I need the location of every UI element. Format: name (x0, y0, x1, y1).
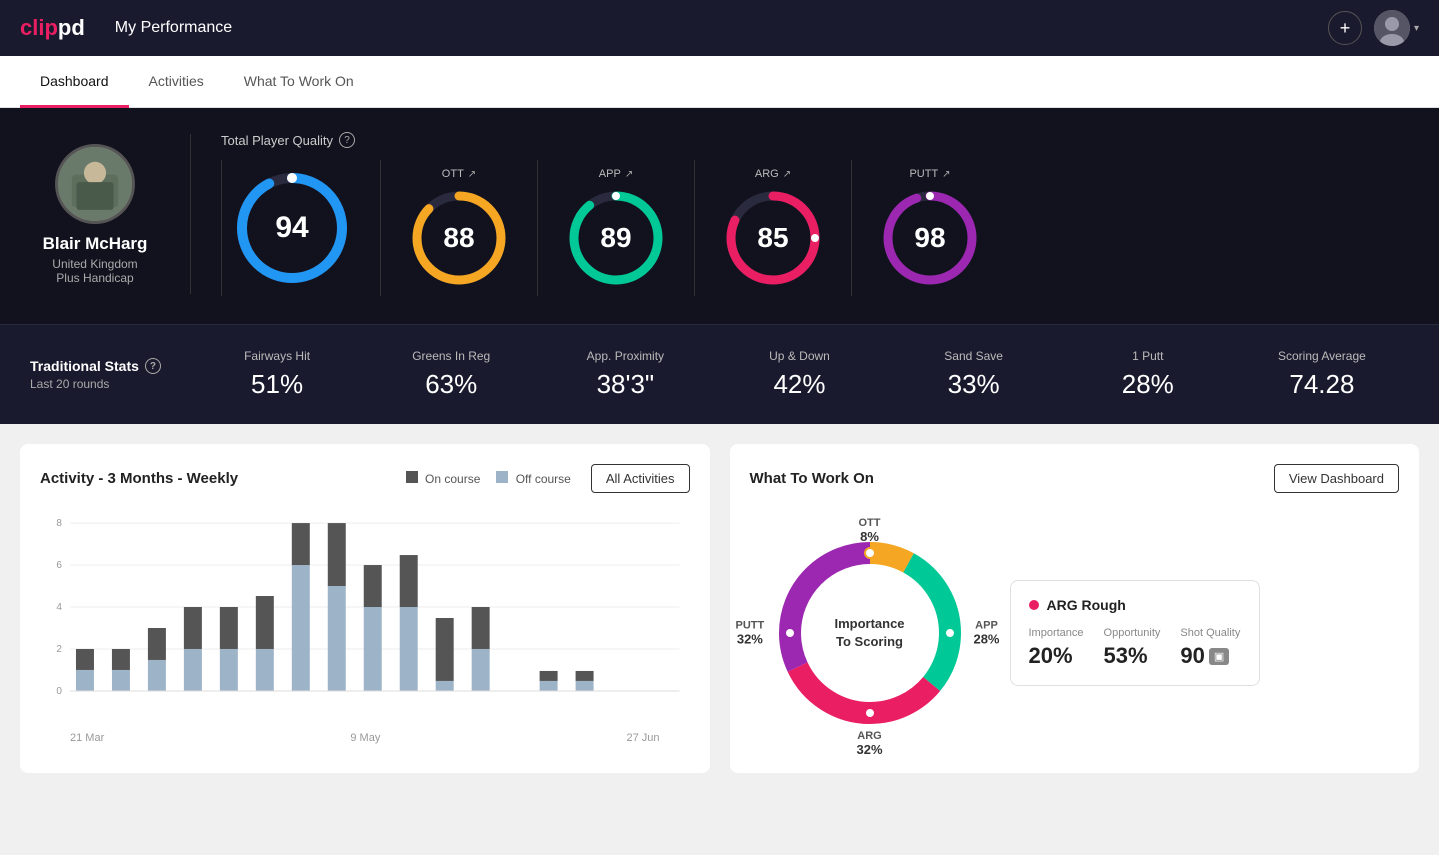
chart-legend: On course Off course (406, 471, 571, 486)
tab-what-to-work-on[interactable]: What To Work On (224, 57, 374, 108)
work-on-header: What To Work On View Dashboard (750, 464, 1400, 493)
tab-dashboard[interactable]: Dashboard (20, 57, 129, 108)
arg-arrow: ↗ (783, 169, 791, 180)
player-country: United Kingdom (52, 257, 137, 271)
stat-label-wrap: Traditional Stats ? Last 20 rounds (30, 358, 190, 391)
chart-area: 8 6 4 2 0 (40, 513, 690, 733)
ott-donut-label: OTT8% (859, 517, 881, 544)
tpq-value: 94 (275, 211, 308, 245)
putt-arrow: ↗ (942, 169, 950, 180)
shot-quality-badge: ▣ (1209, 648, 1229, 665)
info-metrics: Importance 20% Opportunity 53% Shot Qual… (1029, 627, 1241, 669)
arg-donut-label: ARG32% (856, 730, 882, 757)
tpq-help-icon[interactable]: ? (339, 132, 355, 148)
svg-text:2: 2 (56, 644, 62, 655)
red-dot-icon (1029, 600, 1039, 610)
svg-text:8: 8 (56, 518, 62, 529)
metric-ott: OTT ↗ 88 (381, 160, 538, 296)
work-on-title: What To Work On (750, 470, 874, 487)
nav-actions: + ▾ (1328, 10, 1419, 46)
info-importance: Importance 20% (1029, 627, 1084, 669)
player-name: Blair McHarg (43, 234, 148, 254)
ott-value: 88 (443, 222, 474, 254)
traditional-stats-title: Traditional Stats ? (30, 358, 190, 374)
stats-help-icon[interactable]: ? (145, 358, 161, 374)
stat-scoring: Scoring Average 74.28 (1235, 349, 1409, 400)
info-shot-quality: Shot Quality 90 ▣ (1180, 627, 1240, 669)
activity-panel: Activity - 3 Months - Weekly On course O… (20, 444, 710, 773)
metric-app: APP ↗ 89 (538, 160, 695, 296)
stat-items: Fairways Hit 51% Greens In Reg 63% App. … (190, 349, 1409, 400)
tabs-bar: Dashboard Activities What To Work On (0, 56, 1439, 108)
activity-title: Activity - 3 Months - Weekly (40, 470, 238, 487)
legend-on-course: On course (406, 471, 481, 486)
stat-sandsave: Sand Save 33% (887, 349, 1061, 400)
putt-value: 98 (914, 222, 945, 254)
user-avatar (1374, 10, 1410, 46)
stat-proximity: App. Proximity 38'3" (538, 349, 712, 400)
stat-1putt: 1 Putt 28% (1061, 349, 1235, 400)
stat-fairways: Fairways Hit 51% (190, 349, 364, 400)
work-donut-wrap: ImportanceTo Scoring OTT8% APP28% ARG32%… (750, 513, 990, 753)
metrics-wrap: Total Player Quality ? 94 (221, 132, 1409, 296)
ott-arrow: ↗ (468, 169, 476, 180)
app-value: 89 (600, 222, 631, 254)
stat-gir: Greens In Reg 63% (364, 349, 538, 400)
activity-header: Activity - 3 Months - Weekly On course O… (40, 464, 690, 493)
hero-section: Blair McHarg United Kingdom Plus Handica… (0, 108, 1439, 324)
arg-value: 85 (757, 222, 788, 254)
all-activities-button[interactable]: All Activities (591, 464, 690, 493)
avatar-chevron: ▾ (1414, 23, 1419, 34)
putt-donut-label: PUTT32% (736, 620, 765, 647)
bottom-wrap: Activity - 3 Months - Weekly On course O… (0, 424, 1439, 793)
player-info: Blair McHarg United Kingdom Plus Handica… (30, 144, 160, 285)
info-card-title: ARG Rough (1029, 597, 1241, 613)
logo: clippd (20, 15, 85, 41)
view-dashboard-button[interactable]: View Dashboard (1274, 464, 1399, 493)
work-on-panel: What To Work On View Dashboard (730, 444, 1420, 773)
info-opportunity: Opportunity 53% (1104, 627, 1161, 669)
metric-putt: PUTT ↗ 98 (852, 160, 1008, 296)
metric-arg: ARG ↗ 85 (695, 160, 852, 296)
player-avatar (55, 144, 135, 224)
stats-sub: Last 20 rounds (30, 377, 190, 391)
donut-center-text: ImportanceTo Scoring (834, 615, 904, 651)
work-content: ImportanceTo Scoring OTT8% APP28% ARG32%… (750, 513, 1400, 753)
app-donut-label: APP28% (973, 620, 999, 647)
legend-off-course: Off course (496, 471, 570, 486)
svg-text:6: 6 (56, 560, 62, 571)
svg-text:4: 4 (56, 602, 62, 613)
app-arrow: ↗ (625, 169, 633, 180)
bar-chart-svg: 8 6 4 2 0 (40, 513, 690, 723)
top-nav: clippd My Performance + ▾ (0, 0, 1439, 56)
metric-circles: 94 OTT ↗ 88 (221, 160, 1409, 296)
avatar-wrap[interactable]: ▾ (1374, 10, 1419, 46)
metric-tpq: 94 (222, 160, 381, 296)
player-handicap: Plus Handicap (56, 271, 133, 285)
add-button[interactable]: + (1328, 11, 1362, 45)
tab-activities[interactable]: Activities (129, 57, 224, 108)
stats-row: Traditional Stats ? Last 20 rounds Fairw… (0, 324, 1439, 424)
info-card: ARG Rough Importance 20% Opportunity 53%… (1010, 580, 1260, 686)
svg-text:0: 0 (56, 686, 62, 697)
nav-title: My Performance (115, 19, 1328, 37)
chart-x-axis: 21 Mar 9 May 27 Jun (40, 728, 690, 744)
stat-updown: Up & Down 42% (712, 349, 886, 400)
tpq-label: Total Player Quality ? (221, 132, 1409, 148)
